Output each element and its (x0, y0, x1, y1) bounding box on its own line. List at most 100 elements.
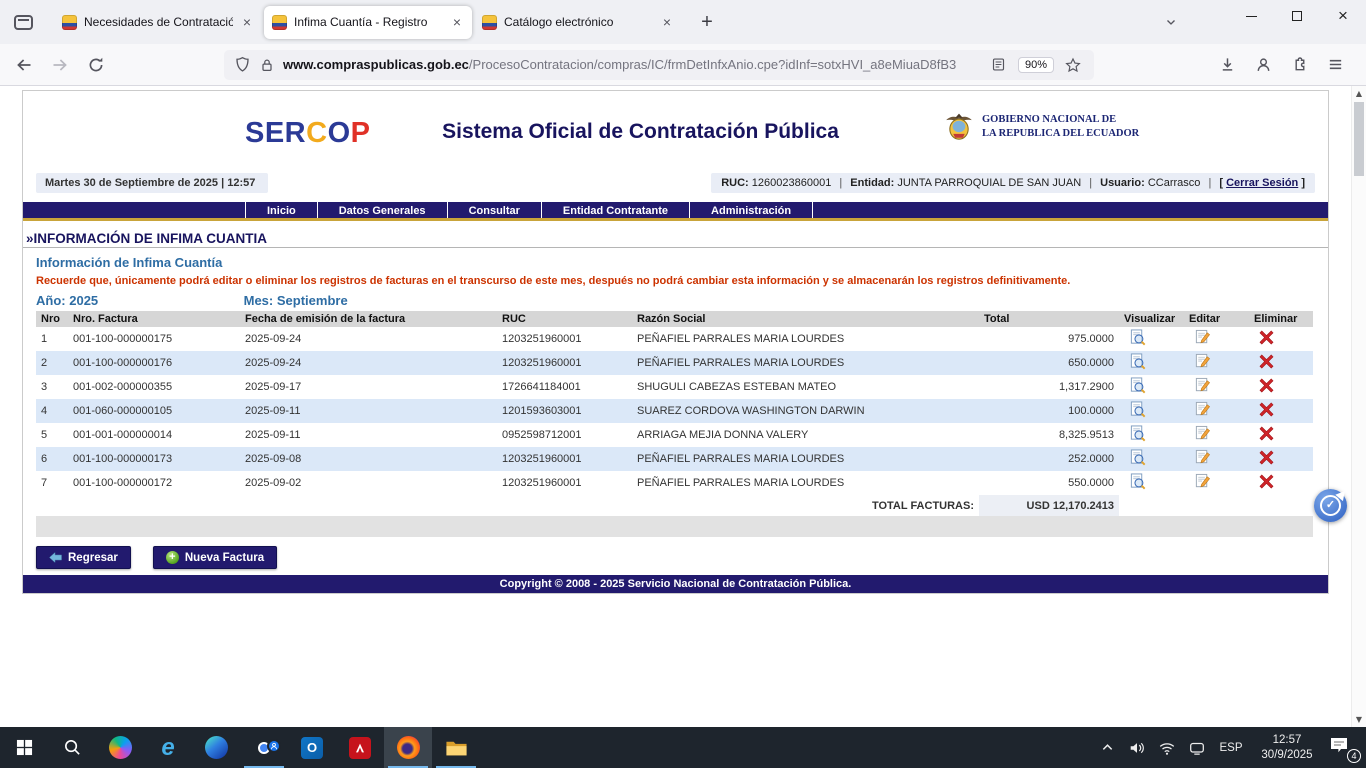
extensions-button[interactable] (1284, 49, 1314, 81)
menu-item-entidad-contratante[interactable]: Entidad Contratante (541, 202, 689, 218)
edit-invoice-icon[interactable] (1194, 449, 1211, 469)
delete-invoice-icon[interactable] (1259, 450, 1274, 468)
taskbar-acrobat[interactable] (336, 727, 384, 768)
forward-button[interactable] (44, 49, 76, 81)
taskbar-file-explorer[interactable] (432, 727, 480, 768)
reader-mode-button[interactable] (988, 54, 1010, 76)
cell-visualizar (1119, 471, 1184, 495)
maximize-button[interactable] (1274, 0, 1320, 32)
shield-icon (234, 56, 251, 73)
cell-eliminar (1249, 471, 1313, 495)
delete-invoice-icon[interactable] (1259, 402, 1274, 420)
back-button[interactable] (8, 49, 40, 81)
taskbar-chrome[interactable] (240, 727, 288, 768)
scroll-up-arrow[interactable]: ▲ (1352, 89, 1366, 98)
delete-invoice-icon[interactable] (1259, 426, 1274, 444)
volume-button[interactable] (1126, 739, 1148, 757)
taskbar-copilot[interactable] (96, 727, 144, 768)
logout-bracket-open: [ (1219, 177, 1223, 189)
breadcrumb: »INFORMACIÓN DE INFIMA CUANTIA (23, 229, 1328, 248)
scroll-down-arrow[interactable]: ▼ (1352, 715, 1366, 724)
delete-invoice-icon[interactable] (1259, 330, 1274, 348)
entity-label: Entidad: (850, 177, 894, 189)
view-invoice-icon[interactable] (1129, 353, 1146, 373)
back-arrow-icon (49, 552, 62, 563)
cell-total: 252.0000 (979, 447, 1119, 471)
star-icon (1065, 57, 1081, 73)
logout-link[interactable]: Cerrar Sesión (1226, 177, 1298, 189)
edit-invoice-icon[interactable] (1194, 401, 1211, 421)
zoom-level-badge[interactable]: 90% (1018, 57, 1054, 73)
column-header: Nro. Factura (68, 311, 240, 327)
display-icon (1188, 739, 1206, 757)
firefox-view-button[interactable] (8, 7, 38, 37)
tab[interactable]: Necesidades de Contratación y× (54, 6, 262, 39)
tab[interactable]: Catálogo electrónico× (474, 6, 682, 39)
taskbar-search[interactable] (48, 727, 96, 768)
year-value: 2025 (69, 293, 98, 308)
edit-invoice-icon[interactable] (1194, 425, 1211, 445)
close-button[interactable]: × (1320, 0, 1366, 32)
cast-button[interactable] (1186, 739, 1208, 757)
notification-center-button[interactable]: 4 (1328, 735, 1360, 761)
edit-invoice-icon[interactable] (1194, 377, 1211, 397)
delete-invoice-icon[interactable] (1259, 354, 1274, 372)
language-indicator[interactable]: ESP (1216, 742, 1246, 754)
page-scrollbar[interactable]: ▲ ▼ (1351, 86, 1366, 727)
downloads-button[interactable] (1212, 49, 1242, 81)
wifi-button[interactable] (1156, 739, 1178, 757)
taskbar-firefox[interactable] (384, 727, 432, 768)
cell-editar (1184, 399, 1249, 423)
cell-eliminar (1249, 447, 1313, 471)
view-invoice-icon[interactable] (1129, 425, 1146, 445)
tab-title: Infima Cuantía - Registro (294, 15, 443, 29)
tray-expand-button[interactable] (1096, 741, 1118, 754)
cell-razon-social: PEÑAFIEL PARRALES MARIA LOURDES (632, 447, 979, 471)
cell-factura: 001-100-000000175 (68, 327, 240, 351)
tab-close-icon[interactable]: × (240, 14, 254, 30)
screen-timer-widget[interactable]: ✓ (1314, 489, 1347, 522)
edit-invoice-icon[interactable] (1194, 329, 1211, 349)
new-invoice-button[interactable]: + Nueva Factura (153, 546, 277, 569)
reload-button[interactable] (80, 49, 112, 81)
edit-invoice-icon[interactable] (1194, 353, 1211, 373)
account-button[interactable] (1248, 49, 1278, 81)
file-explorer-icon (445, 738, 468, 758)
taskbar-clock[interactable]: 12:57 30/9/2025 (1254, 733, 1320, 763)
bookmark-button[interactable] (1062, 54, 1084, 76)
scrollbar-thumb[interactable] (1354, 102, 1364, 176)
gov-line-2: LA REPUBLICA DEL ECUADOR (982, 127, 1139, 141)
url-bar[interactable]: www.compraspublicas.gob.ec/ProcesoContra… (224, 50, 1094, 80)
view-invoice-icon[interactable] (1129, 449, 1146, 469)
menu-item-datos-generales[interactable]: Datos Generales (317, 202, 447, 218)
cell-total: 650.0000 (979, 351, 1119, 375)
view-invoice-icon[interactable] (1129, 401, 1146, 421)
menu-button[interactable] (1320, 49, 1350, 81)
puzzle-icon (1291, 56, 1308, 73)
taskbar-edge[interactable] (192, 727, 240, 768)
tab-close-icon[interactable]: × (450, 14, 464, 30)
edit-invoice-icon[interactable] (1194, 473, 1211, 493)
view-invoice-icon[interactable] (1129, 377, 1146, 397)
menu-item-inicio[interactable]: Inicio (245, 202, 317, 218)
view-invoice-icon[interactable] (1129, 329, 1146, 349)
view-invoice-icon[interactable] (1129, 473, 1146, 493)
menu-item-consultar[interactable]: Consultar (447, 202, 541, 218)
menu-item-administracion[interactable]: Administración (689, 202, 813, 218)
tab-active[interactable]: Infima Cuantía - Registro × (264, 6, 472, 39)
cell-visualizar (1119, 375, 1184, 399)
list-all-tabs-button[interactable] (1156, 7, 1186, 37)
taskbar-outlook[interactable]: O (288, 727, 336, 768)
back-button-page[interactable]: Regresar (36, 546, 131, 569)
delete-invoice-icon[interactable] (1259, 474, 1274, 492)
new-tab-button[interactable]: + (692, 7, 722, 37)
taskbar-internet-explorer[interactable]: e (144, 727, 192, 768)
start-button[interactable] (0, 727, 48, 768)
cell-editar (1184, 423, 1249, 447)
tab-favicon (62, 15, 77, 30)
minimize-button[interactable] (1228, 0, 1274, 32)
tab-close-icon[interactable]: × (660, 14, 674, 30)
cell-total: 975.0000 (979, 327, 1119, 351)
delete-invoice-icon[interactable] (1259, 378, 1274, 396)
year-field: Año: 2025 (36, 293, 240, 308)
